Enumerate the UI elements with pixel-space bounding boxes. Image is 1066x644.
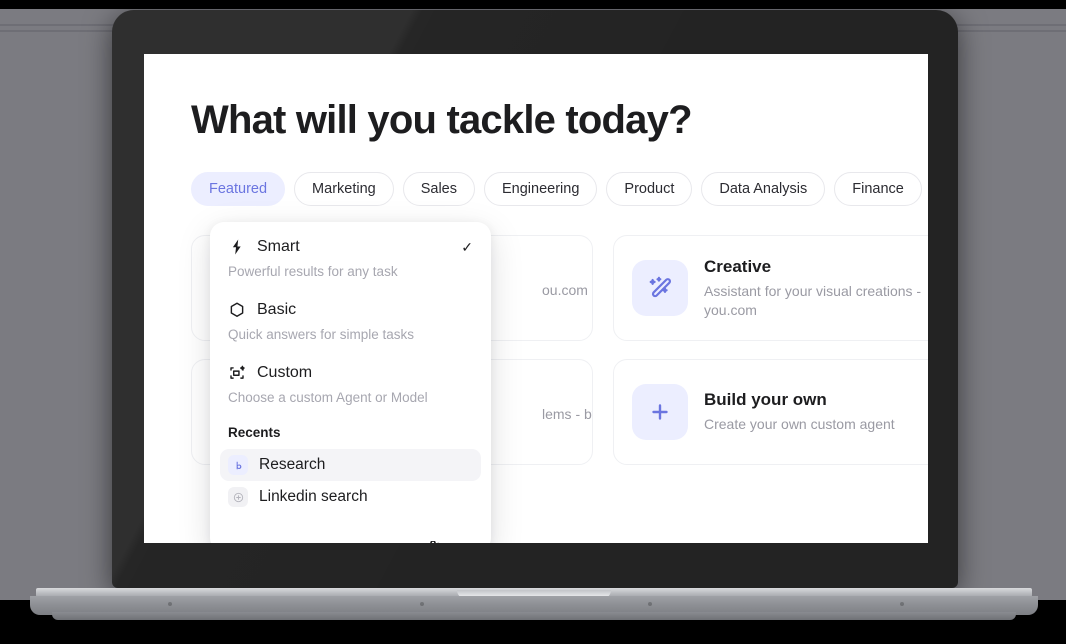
- category-tabs: Featured Marketing Sales Engineering Product…: [191, 172, 922, 206]
- dropdown-option-description: Choose a custom Agent or Model: [228, 390, 428, 405]
- recent-item-label: Linkedin search: [259, 488, 368, 505]
- dropdown-option-label: Basic: [257, 301, 297, 318]
- recent-item-label: Research: [259, 456, 326, 473]
- app-page: What will you tackle today? Featured Mark…: [144, 54, 928, 543]
- laptop-base-lip: [52, 612, 1016, 620]
- model-selector-dropdown[interactable]: Smart ✓ Powerful results for any task Basic…: [210, 222, 491, 543]
- dropdown-recents: Research Linkedin search: [210, 449, 491, 513]
- agent-card-text: Build your own Create your own custom age…: [704, 390, 895, 434]
- hexagon-icon: [228, 301, 246, 319]
- page-title: What will you tackle today?: [191, 98, 693, 142]
- letterbox-bottom: [0, 620, 1066, 644]
- dropdown-options: Smart ✓ Powerful results for any task Basic…: [210, 236, 491, 405]
- magic-wand-icon: [632, 260, 688, 316]
- agent-card-description: Assistant for your visual creations - yo…: [704, 282, 922, 318]
- dropdown-option-custom[interactable]: Custom Choose a custom Agent or Model: [210, 362, 491, 405]
- letterbox-top: [0, 0, 1066, 9]
- checkmark-icon: ✓: [461, 238, 473, 255]
- base-foot-dot: [900, 602, 904, 606]
- base-foot-dot: [420, 602, 424, 606]
- tab-product[interactable]: Product: [606, 172, 693, 206]
- dropdown-option-label: Custom: [257, 364, 313, 381]
- laptop-screen: What will you tackle today? Featured Mark…: [144, 54, 928, 543]
- agent-card-description: Create your own custom agent: [704, 416, 895, 433]
- dropdown-option-row: Custom: [228, 362, 473, 384]
- agent-card-title: Creative: [704, 256, 772, 276]
- agent-card-description: ou.com: [542, 282, 588, 299]
- tab-featured[interactable]: Featured: [191, 172, 286, 206]
- base-foot-dot: [648, 602, 652, 606]
- agent-card[interactable]: Creative Assistant for your visual creati…: [613, 235, 928, 341]
- linkedin-icon: [228, 487, 248, 507]
- recent-item-linkedin-search[interactable]: Linkedin search: [220, 481, 481, 513]
- screenshot-stage: What will you tackle today? Featured Mark…: [0, 0, 1066, 644]
- dropdown-option-description: Quick answers for simple tasks: [228, 327, 415, 342]
- plus-icon: [632, 384, 688, 440]
- dropdown-option-smart[interactable]: Smart ✓ Powerful results for any task: [210, 236, 491, 279]
- dropdown-option-row: Basic: [228, 299, 473, 321]
- tab-sales[interactable]: Sales: [402, 172, 475, 206]
- agent-card-title: Build your own: [704, 390, 827, 410]
- agent-card-text: Creative Assistant for your visual creati…: [704, 257, 928, 320]
- lightning-bolt-icon: [228, 238, 246, 256]
- custom-agent-icon: [228, 364, 246, 382]
- research-icon: [228, 455, 248, 475]
- agent-card[interactable]: Build your own Create your own custom age…: [613, 359, 928, 465]
- dropdown-option-description: Powerful results for any task: [228, 264, 398, 279]
- dropdown-option-label: Smart: [257, 238, 300, 255]
- dropdown-option-row: Smart ✓: [228, 236, 473, 258]
- agent-card-description: lems - by: [542, 406, 592, 423]
- recents-heading: Recents: [228, 425, 281, 440]
- tab-data-analysis[interactable]: Data Analysis: [701, 172, 826, 206]
- dropdown-option-basic[interactable]: Basic Quick answers for simple tasks: [210, 299, 491, 342]
- tab-engineering[interactable]: Engineering: [484, 172, 598, 206]
- recent-item-research[interactable]: Research: [220, 449, 481, 481]
- tab-marketing[interactable]: Marketing: [294, 172, 394, 206]
- tab-finance[interactable]: Finance: [834, 172, 922, 206]
- base-foot-dot: [168, 602, 172, 606]
